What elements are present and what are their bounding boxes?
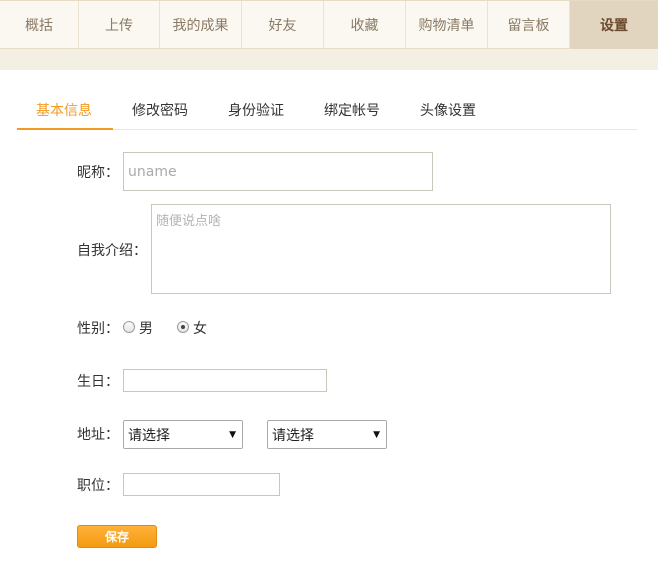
gender-label: 性别： xyxy=(77,321,119,337)
tab-my-works[interactable]: 我的成果 xyxy=(160,1,242,49)
gender-male-radio[interactable] xyxy=(123,321,135,333)
birthday-input[interactable] xyxy=(123,369,327,392)
chevron-down-icon: ▼ xyxy=(373,430,380,440)
save-button[interactable]: 保存 xyxy=(77,525,157,548)
gender-male-label: 男 xyxy=(139,321,153,337)
tab-upload[interactable]: 上传 xyxy=(79,1,160,49)
tab-favorites[interactable]: 收藏 xyxy=(324,1,406,49)
gender-female-radio[interactable] xyxy=(177,321,189,333)
address-label: 地址： xyxy=(77,427,119,443)
tab-overview[interactable]: 概括 xyxy=(0,1,79,49)
chevron-down-icon: ▼ xyxy=(229,430,236,440)
position-label: 职位： xyxy=(77,478,119,494)
nav-band xyxy=(0,49,658,70)
subtab-identity-verification[interactable]: 身份验证 xyxy=(228,86,284,130)
intro-textarea[interactable] xyxy=(151,204,611,294)
subtab-basic-info[interactable]: 基本信息 xyxy=(17,86,113,130)
tab-shopping-list[interactable]: 购物清单 xyxy=(406,1,488,49)
settings-subtabs: 基本信息 修改密码 身份验证 绑定帐号 头像设置 xyxy=(17,86,637,130)
birthday-label: 生日： xyxy=(77,374,119,390)
city-select-value: 请选择 xyxy=(272,427,314,444)
tab-settings[interactable]: 设置 xyxy=(570,1,658,49)
nickname-input[interactable] xyxy=(123,152,433,191)
position-input[interactable] xyxy=(123,473,280,496)
tab-message-board[interactable]: 留言板 xyxy=(488,1,570,49)
city-select[interactable]: 请选择 ▼ xyxy=(267,420,387,449)
nickname-label: 昵称： xyxy=(77,165,119,181)
intro-label: 自我介绍： xyxy=(77,243,147,259)
province-select[interactable]: 请选择 ▼ xyxy=(123,420,243,449)
subtab-avatar-settings[interactable]: 头像设置 xyxy=(420,86,476,130)
gender-female-label: 女 xyxy=(193,321,207,337)
tab-friends[interactable]: 好友 xyxy=(242,1,324,49)
top-nav: 概括 上传 我的成果 好友 收藏 购物清单 留言板 设置 xyxy=(0,0,658,49)
subtab-change-password[interactable]: 修改密码 xyxy=(132,86,188,130)
subtab-bind-account[interactable]: 绑定帐号 xyxy=(324,86,380,130)
province-select-value: 请选择 xyxy=(128,427,170,444)
